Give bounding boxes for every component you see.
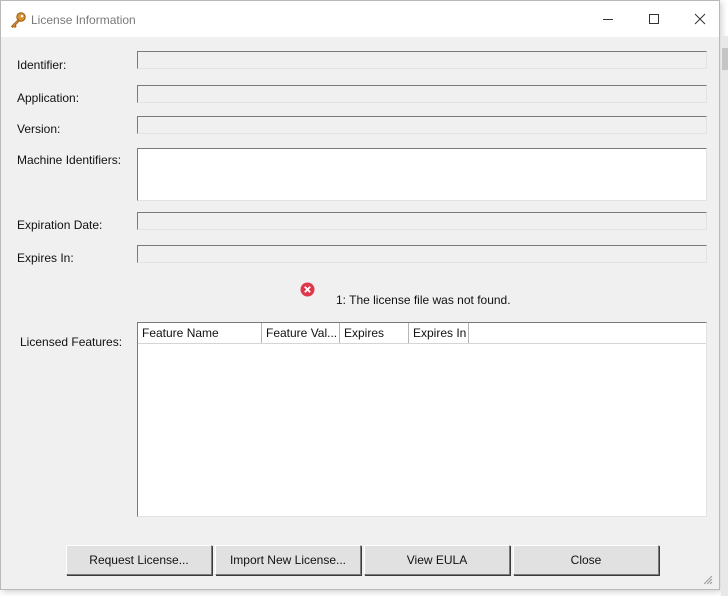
machine-identifiers-label: Machine Identifiers:: [17, 153, 122, 167]
maximize-button[interactable]: [631, 1, 677, 37]
request-license-button[interactable]: Request License...: [66, 545, 212, 575]
column-expires-in[interactable]: Expires In: [409, 323, 469, 343]
resize-grip-icon[interactable]: [701, 573, 713, 585]
background-scrollbar[interactable]: [722, 48, 728, 70]
close-icon: [694, 13, 706, 25]
column-feature-name[interactable]: Feature Name: [138, 323, 262, 343]
column-feature-value[interactable]: Feature Val...: [262, 323, 340, 343]
key-icon: [10, 12, 26, 29]
machine-identifiers-field[interactable]: [137, 148, 707, 201]
title-bar[interactable]: License Information: [1, 1, 719, 37]
application-field[interactable]: [137, 85, 707, 103]
licensed-features-label: Licensed Features:: [20, 335, 123, 349]
license-information-window: License Information Identifier: Applicat…: [0, 0, 720, 590]
identifier-field[interactable]: [137, 51, 707, 69]
error-icon: [300, 282, 315, 297]
expiration-date-field[interactable]: [137, 212, 707, 230]
expiration-date-label: Expiration Date:: [17, 218, 103, 232]
application-label: Application:: [17, 91, 80, 105]
import-new-license-button[interactable]: Import New License...: [215, 545, 361, 575]
minimize-button[interactable]: [585, 1, 631, 37]
expires-in-label: Expires In:: [17, 251, 74, 265]
version-label: Version:: [17, 122, 61, 136]
close-button[interactable]: Close: [513, 545, 659, 575]
background-window-edge: [721, 36, 728, 596]
column-expires[interactable]: Expires: [340, 323, 409, 343]
minimize-icon: [603, 19, 613, 20]
close-window-button[interactable]: [677, 1, 723, 37]
view-eula-button[interactable]: View EULA: [364, 545, 510, 575]
version-field[interactable]: [137, 116, 707, 134]
expires-in-field[interactable]: [137, 245, 707, 263]
error-message: 1: The license file was not found.: [336, 293, 511, 307]
licensed-features-list[interactable]: Feature Name Feature Val... Expires Expi…: [137, 322, 707, 517]
features-header: Feature Name Feature Val... Expires Expi…: [138, 323, 706, 344]
maximize-icon: [649, 14, 659, 24]
identifier-label: Identifier:: [17, 58, 67, 72]
window-title: License Information: [31, 13, 136, 27]
